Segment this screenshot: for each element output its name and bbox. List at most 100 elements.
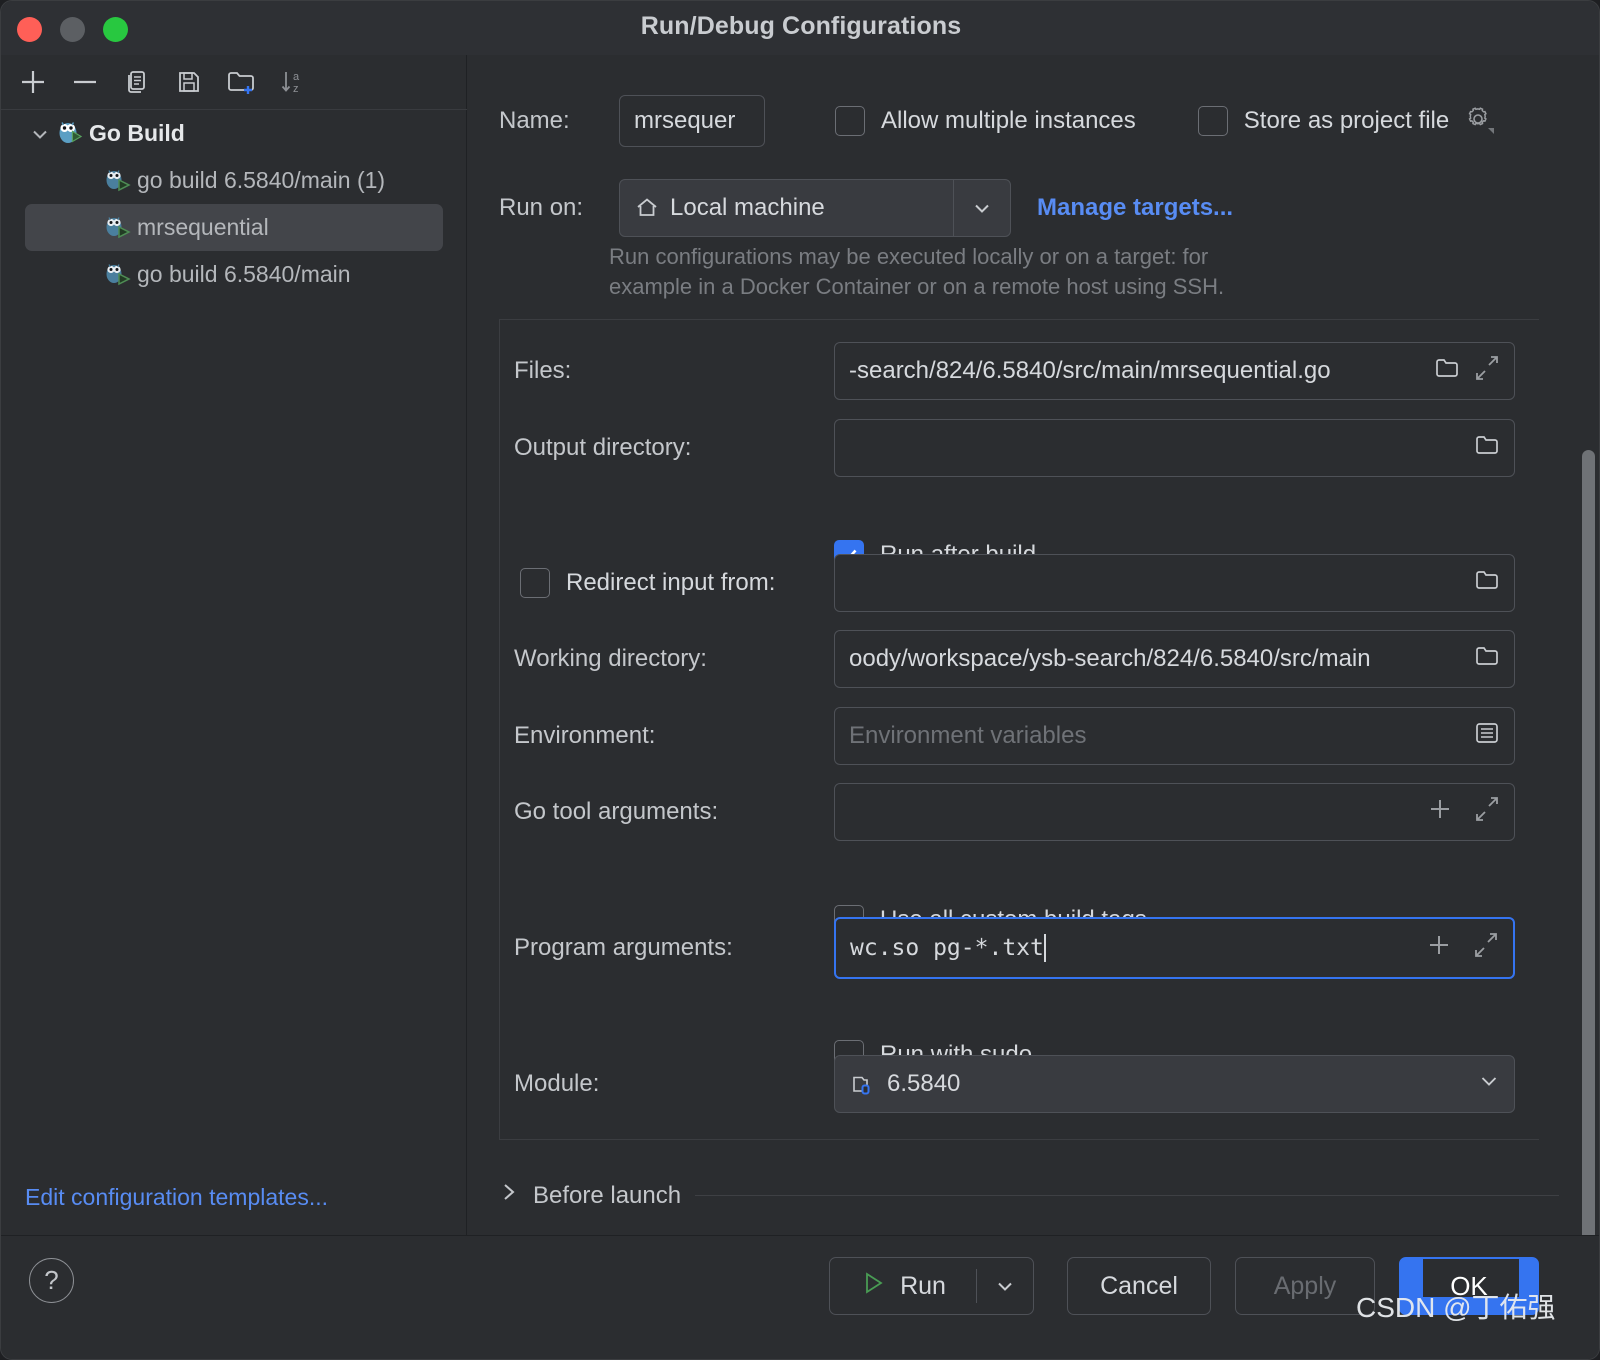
run-on-value: Local machine — [670, 194, 825, 221]
go-build-icon — [101, 211, 135, 245]
configuration-form: Name: mrsequer Allow multiple instances … — [468, 55, 1599, 1250]
checkbox-box — [1197, 106, 1228, 136]
chevron-down-icon[interactable] — [1476, 1068, 1502, 1101]
text-caret — [1043, 934, 1046, 962]
redirect-input-label: Redirect input from: — [566, 569, 776, 596]
sort-configurations-button[interactable]: a z — [269, 60, 317, 104]
run-on-hint: Run configurations may be executed local… — [609, 242, 1439, 302]
environment-input[interactable]: Environment variables — [834, 707, 1515, 765]
help-button[interactable]: ? — [29, 1258, 74, 1303]
run-button[interactable]: Run — [829, 1257, 1034, 1315]
module-select[interactable]: 6.5840 — [834, 1055, 1515, 1113]
configurations-tree: Go Build go build 6.5840/main (1) mrsequ… — [1, 110, 467, 298]
edit-configuration-templates-link[interactable]: Edit configuration templates... — [25, 1184, 328, 1211]
program-arguments-input[interactable]: wc.so pg-*.txt — [834, 917, 1515, 979]
remove-configuration-button[interactable] — [61, 60, 109, 104]
form-scrollbar[interactable] — [1582, 450, 1595, 1250]
svg-text:a: a — [293, 71, 300, 83]
sidebar-toolbar: a z — [1, 55, 467, 110]
files-input[interactable]: -search/824/6.5840/src/main/mrsequential… — [834, 342, 1515, 400]
store-as-project-file-label: Store as project file — [1243, 107, 1450, 134]
browse-folder-icon[interactable] — [1472, 430, 1502, 467]
run-button-label: Run — [900, 1271, 946, 1300]
before-launch-section[interactable]: Before launch — [499, 1180, 1559, 1211]
tree-item-label: go build 6.5840/main (1) — [137, 167, 386, 193]
browse-folder-icon[interactable] — [1472, 565, 1502, 602]
run-on-label: Run on: — [499, 194, 584, 221]
tree-item-go-build-main[interactable]: go build 6.5840/main — [1, 251, 467, 298]
chevron-down-icon[interactable] — [27, 123, 53, 145]
store-as-project-file-checkbox[interactable]: Store as project file — [1197, 102, 1495, 141]
new-folder-button[interactable] — [217, 60, 265, 104]
before-launch-label: Before launch — [533, 1181, 682, 1209]
files-row: Files: -search/824/6.5840/src/main/mrseq… — [514, 342, 1574, 400]
name-input[interactable]: mrsequer — [619, 95, 765, 147]
chevron-right-icon[interactable] — [499, 1180, 519, 1211]
go-build-icon — [53, 117, 87, 151]
working-directory-label: Working directory: — [514, 645, 707, 672]
page-title: Run/Debug Configurations — [640, 12, 962, 40]
run-on-select[interactable]: Local machine — [619, 179, 1011, 237]
tree-item-label: mrsequential — [137, 214, 269, 240]
allow-multiple-instances-label: Allow multiple instances — [881, 107, 1136, 134]
watermark: CSDN @丁佑强 — [1356, 1292, 1556, 1323]
edit-environment-variables-icon[interactable] — [1472, 718, 1502, 755]
output-directory-row: Output directory: — [514, 419, 1574, 477]
module-value: 6.5840 — [887, 1070, 961, 1097]
allow-multiple-instances-checkbox[interactable]: Allow multiple instances — [835, 106, 1136, 136]
working-directory-input[interactable]: oody/workspace/ysb-search/824/6.5840/src… — [834, 630, 1515, 688]
go-build-icon — [101, 258, 135, 292]
expand-editor-icon[interactable] — [1472, 794, 1502, 831]
program-arguments-value: wc.so pg-*.txt — [850, 935, 1044, 961]
manage-targets-link[interactable]: Manage targets... — [1037, 194, 1233, 222]
checkbox-box — [835, 106, 865, 136]
expand-editor-icon[interactable] — [1472, 353, 1502, 390]
tree-group-go-build[interactable]: Go Build — [1, 110, 467, 157]
working-directory-row: Working directory: oody/workspace/ysb-se… — [514, 630, 1574, 688]
redirect-input-row: Redirect input from: — [514, 554, 1574, 612]
run-dropdown-button[interactable] — [977, 1274, 1033, 1298]
module-row: Module: 6.5840 — [514, 1055, 1574, 1113]
module-folder-icon — [835, 1070, 877, 1098]
add-argument-icon[interactable] — [1426, 795, 1454, 830]
copy-configuration-button[interactable] — [113, 60, 161, 104]
environment-row: Environment: Environment variables — [514, 707, 1574, 765]
gear-icon[interactable] — [1461, 102, 1495, 141]
name-input-value: mrsequer — [634, 107, 736, 134]
browse-folder-icon[interactable] — [1472, 641, 1502, 678]
tree-group-label: Go Build — [89, 120, 185, 146]
go-tool-arguments-row: Go tool arguments: — [514, 783, 1574, 841]
run-debug-configurations-dialog: Run/Debug Configurations a z Go Build go… — [0, 0, 1600, 1360]
go-build-icon — [101, 164, 135, 198]
redirect-input-checkbox[interactable]: Redirect input from: — [514, 568, 834, 598]
environment-label: Environment: — [514, 722, 656, 749]
title-bar: Run/Debug Configurations — [1, 1, 1599, 55]
working-directory-value: oody/workspace/ysb-search/824/6.5840/src… — [849, 645, 1371, 672]
tree-item-mrsequential[interactable]: mrsequential — [25, 204, 443, 251]
cancel-button[interactable]: Cancel — [1067, 1257, 1211, 1315]
add-argument-icon[interactable] — [1425, 931, 1453, 966]
files-input-value: -search/824/6.5840/src/main/mrsequential… — [849, 357, 1331, 384]
configurations-sidebar: a z Go Build go build 6.5840/main (1) mr… — [1, 55, 467, 1235]
program-arguments-row: Program arguments: wc.so pg-*.txt — [514, 917, 1574, 979]
files-label: Files: — [514, 357, 572, 384]
redirect-input-field[interactable] — [834, 554, 1515, 612]
run-on-hint-line1: Run configurations may be executed local… — [609, 244, 1209, 269]
browse-folder-icon[interactable] — [1432, 353, 1462, 390]
checkbox-box — [520, 568, 550, 598]
expand-editor-icon[interactable] — [1471, 930, 1501, 967]
apply-button[interactable]: Apply — [1235, 1257, 1375, 1315]
svg-text:z: z — [293, 83, 299, 95]
name-label: Name: — [499, 107, 570, 134]
save-configuration-button[interactable] — [165, 60, 213, 104]
output-directory-input[interactable] — [834, 419, 1515, 477]
go-tool-arguments-input[interactable] — [834, 783, 1515, 841]
tree-item-label: go build 6.5840/main — [137, 261, 351, 287]
home-icon — [620, 195, 660, 221]
add-configuration-button[interactable] — [9, 60, 57, 104]
program-arguments-label: Program arguments: — [514, 934, 733, 961]
tree-item-go-build-main-1[interactable]: go build 6.5840/main (1) — [1, 157, 467, 204]
name-row: Name: mrsequer Allow multiple instances … — [499, 95, 1589, 147]
environment-placeholder: Environment variables — [849, 722, 1087, 749]
chevron-down-icon[interactable] — [954, 196, 1010, 220]
